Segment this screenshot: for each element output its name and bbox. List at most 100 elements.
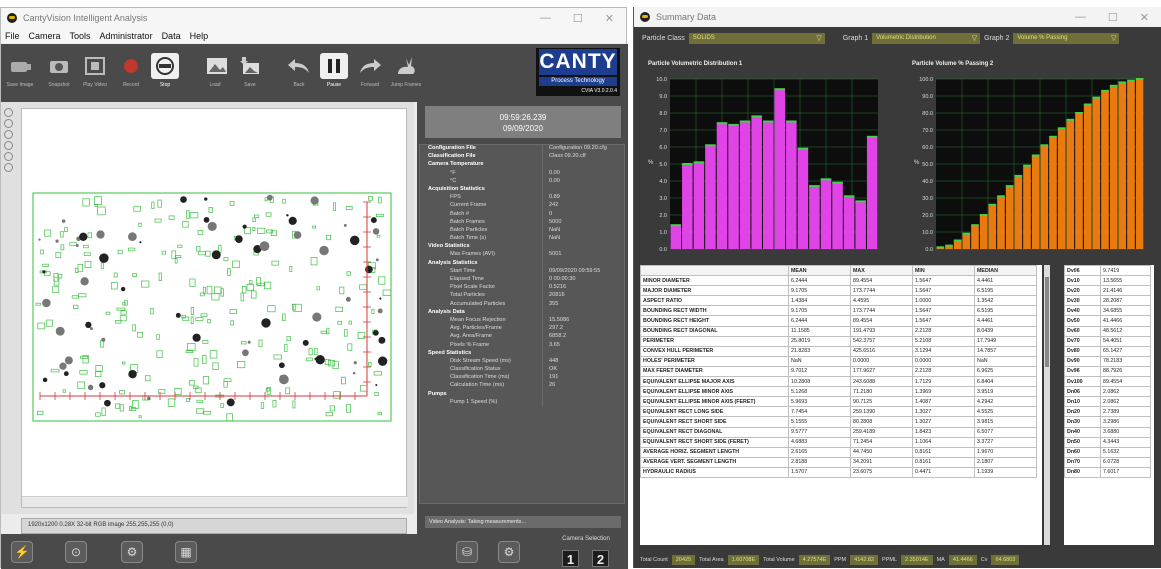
summary-close-button[interactable]: ✕ [1140, 11, 1149, 24]
table-row[interactable]: EQUIVALENT ELLIPSE MINOR AXIS 5.1268 71.21… [640, 386, 1037, 398]
record-icon[interactable] [119, 55, 143, 77]
tree-row[interactable]: Batch # 0 [420, 210, 624, 219]
menu-camera[interactable]: Camera [29, 31, 61, 41]
tree-row[interactable]: Pump 1 Speed (%) [420, 398, 624, 407]
dv-row[interactable]: Dv30 28.2087 [1064, 295, 1151, 307]
table-row[interactable]: ASPECT RATIO 1.4384 4.4595 1.0000 1.3542 [640, 295, 1037, 307]
table-row[interactable]: PERIMETER 25.8019 542.3757 5.2108 17.7949 [640, 335, 1037, 347]
tree-row[interactable]: Calculation Time (ms) 26 [420, 382, 624, 391]
snapshot-icon[interactable] [47, 55, 71, 77]
zoom-particle-icon[interactable]: ⊙ [65, 541, 87, 563]
back-arrow-icon[interactable] [287, 55, 311, 77]
column-header[interactable] [640, 265, 789, 277]
statistics-tree[interactable]: Configuration File Configuration 09.20.cf… [419, 144, 625, 504]
dv-row[interactable]: Dv80 65.1427 [1064, 345, 1151, 357]
close-button[interactable]: ✕ [605, 12, 614, 25]
zoom-tool-icon[interactable] [4, 108, 13, 117]
dv-row[interactable]: Dn40 3.6880 [1064, 426, 1151, 438]
table-vertical-scrollbar[interactable] [1044, 265, 1050, 545]
maximize-button[interactable]: ☐ [573, 12, 583, 25]
table-row[interactable]: EQUIVALENT RECT DIAGONAL 9.5777 259.4189 1.… [640, 426, 1037, 438]
tree-row[interactable]: Configuration File Configuration 09.20.cf… [420, 145, 624, 154]
dv-row[interactable]: Dn30 3.2986 [1064, 416, 1151, 428]
table-row[interactable]: BOUNDING RECT DIAGONAL 11.1585 191.4793 2.2… [640, 325, 1037, 337]
table-row[interactable]: MAJOR DIAMETER 9.1705 173.7744 1.5647 6.5195 [640, 285, 1037, 297]
pause-icon[interactable] [320, 53, 348, 79]
table-row[interactable]: CONVEX HULL PERIMETER 21.8283 425.6516 3.12… [640, 345, 1037, 357]
rabbit-icon[interactable] [394, 55, 418, 77]
dv-row[interactable]: Dv10 13.5655 [1064, 275, 1151, 287]
column-header[interactable]: MIN [912, 265, 975, 277]
column-header[interactable]: MEDIAN [974, 265, 1037, 277]
tree-row[interactable]: Disk Stream Speed (ms) 448 [420, 357, 624, 367]
tree-row[interactable]: Batch Frames 5000 [420, 218, 624, 227]
tree-row[interactable]: Analysis Data [420, 308, 624, 317]
menu-data[interactable]: Data [162, 31, 181, 41]
tree-row[interactable]: Pixel Scale Factor 0.5216 [420, 284, 624, 293]
column-header[interactable]: MEAN [788, 265, 851, 277]
dv-row[interactable]: Dv60 48.5612 [1064, 325, 1151, 337]
camera-icon[interactable] [9, 55, 33, 77]
save-image-icon[interactable] [237, 55, 261, 77]
table-row[interactable]: EQUIVALENT ELLIPSE MINOR AXIS (FERET) 5.9… [640, 396, 1037, 408]
table-row[interactable]: AVERAGE VERT. SEGMENT LENGTH 2.8188 34.209… [640, 456, 1037, 468]
camera-1-button[interactable]: 1 [562, 550, 579, 567]
tree-row[interactable]: °F 0.00 [420, 169, 624, 178]
tree-row[interactable]: Classification Time (ms) 191 [420, 374, 624, 383]
minimize-button[interactable]: — [540, 12, 551, 25]
dv-row[interactable]: Dn50 4.3443 [1064, 436, 1151, 448]
menu-help[interactable]: Help [190, 31, 209, 41]
tree-row[interactable]: Current Frame 242 [420, 202, 624, 211]
tree-row[interactable]: Acquisition Statistics [420, 185, 624, 195]
tree-row[interactable]: FPS 0.89 [420, 194, 624, 203]
table-row[interactable]: EQUIVALENT ELLIPSE MAJOR AXIS 10.2808 243.… [640, 376, 1037, 388]
particle-class-select[interactable]: SOLIDS [688, 32, 825, 44]
tree-row[interactable]: Classification Status OK [420, 366, 624, 375]
summary-minimize-button[interactable]: — [1075, 11, 1086, 24]
tree-row[interactable]: Classification File Class 09.20.clf [420, 153, 624, 162]
film-icon[interactable] [83, 55, 107, 77]
ellipse-tool-icon[interactable] [4, 141, 13, 150]
dv-row[interactable]: Dn20 2.7389 [1064, 406, 1151, 418]
dv-row[interactable]: Dv70 54.4051 [1064, 335, 1151, 347]
table-row[interactable]: EQUIVALENT RECT SHORT SIDE 5.1555 80.2808 1… [640, 416, 1037, 428]
stop-icon[interactable] [151, 53, 179, 79]
menu-administrator[interactable]: Administrator [100, 31, 153, 41]
tree-row[interactable]: Start Time 09/09/2020 09:59:55 [420, 267, 624, 276]
dv-row[interactable]: Dv96 88.7926 [1064, 365, 1151, 378]
summary-maximize-button[interactable]: ☐ [1108, 11, 1118, 24]
tree-row[interactable]: Pumps [420, 390, 624, 399]
graph1-select[interactable]: Volumetric Distribution [872, 32, 981, 44]
database-icon[interactable]: ⛁ [456, 541, 478, 563]
pointer-tool-icon[interactable] [4, 119, 13, 128]
rect-tool-icon[interactable] [4, 130, 13, 139]
tree-row[interactable]: Speed Statistics [420, 349, 624, 358]
point-tool-icon[interactable] [4, 163, 13, 172]
dv-row[interactable]: Dv100 89.4554 [1064, 376, 1151, 388]
dv-row[interactable]: Dn60 5.1632 [1064, 446, 1151, 458]
tree-row[interactable]: Avg. Area/Frame 6858.2 [420, 333, 624, 342]
table-row[interactable]: HYDRAULIC RADIUS 1.5707 23.6075 0.4471 1.193… [640, 466, 1037, 478]
menu-file[interactable]: File [5, 31, 20, 41]
tree-row[interactable]: Analysis Statistics [420, 259, 624, 268]
menu-tools[interactable]: Tools [70, 31, 91, 41]
table-row[interactable]: HOLES' PERIMETER NaN 0.0000 0.0000 NaN [640, 355, 1037, 367]
settings-icon[interactable]: ⚙ [498, 541, 520, 563]
camera-2-button[interactable]: 2 [592, 550, 609, 567]
image-horizontal-scrollbar[interactable] [22, 496, 408, 507]
tree-row[interactable]: Max Frames (AVI) 5001 [420, 251, 624, 260]
dv-table[interactable]: Dv06 9.7419 Dv10 13.5655 Dv20 21.4146 Dv30 28.2… [1064, 265, 1154, 545]
tree-row[interactable]: Batch Time (s) NaN [420, 235, 624, 244]
table-row[interactable]: BOUNDING RECT HEIGHT 6.2444 89.4554 1.5647 4… [640, 315, 1037, 327]
dv-row[interactable]: Dn70 6.0728 [1064, 456, 1151, 468]
dv-row[interactable]: Dv50 41.4466 [1064, 315, 1151, 327]
table-row[interactable]: EQUIVALENT RECT LONG SIDE 7.7454 259.1390 1… [640, 406, 1037, 418]
line-tool-icon[interactable] [4, 152, 13, 161]
report-icon[interactable]: ▦ [175, 541, 197, 563]
table-row[interactable]: EQUIVALENT RECT SHORT SIDE (FERET) 4.6883… [640, 436, 1037, 448]
statistics-table[interactable]: MEAN MAX MIN MEDIAN MINOR DIAMETER 6.2444 89.4… [640, 265, 1042, 545]
table-row[interactable]: MINOR DIAMETER 6.2444 89.4554 1.5647 4.4461 [640, 275, 1037, 287]
dv-row[interactable]: Dn06 2.0862 [1064, 386, 1151, 398]
tree-row[interactable]: Avg. Particles/Frame 297.2 [420, 325, 624, 334]
table-row[interactable]: MAX FERET DIAMETER 9.7012 177.9627 2.2128 6.… [640, 365, 1037, 378]
